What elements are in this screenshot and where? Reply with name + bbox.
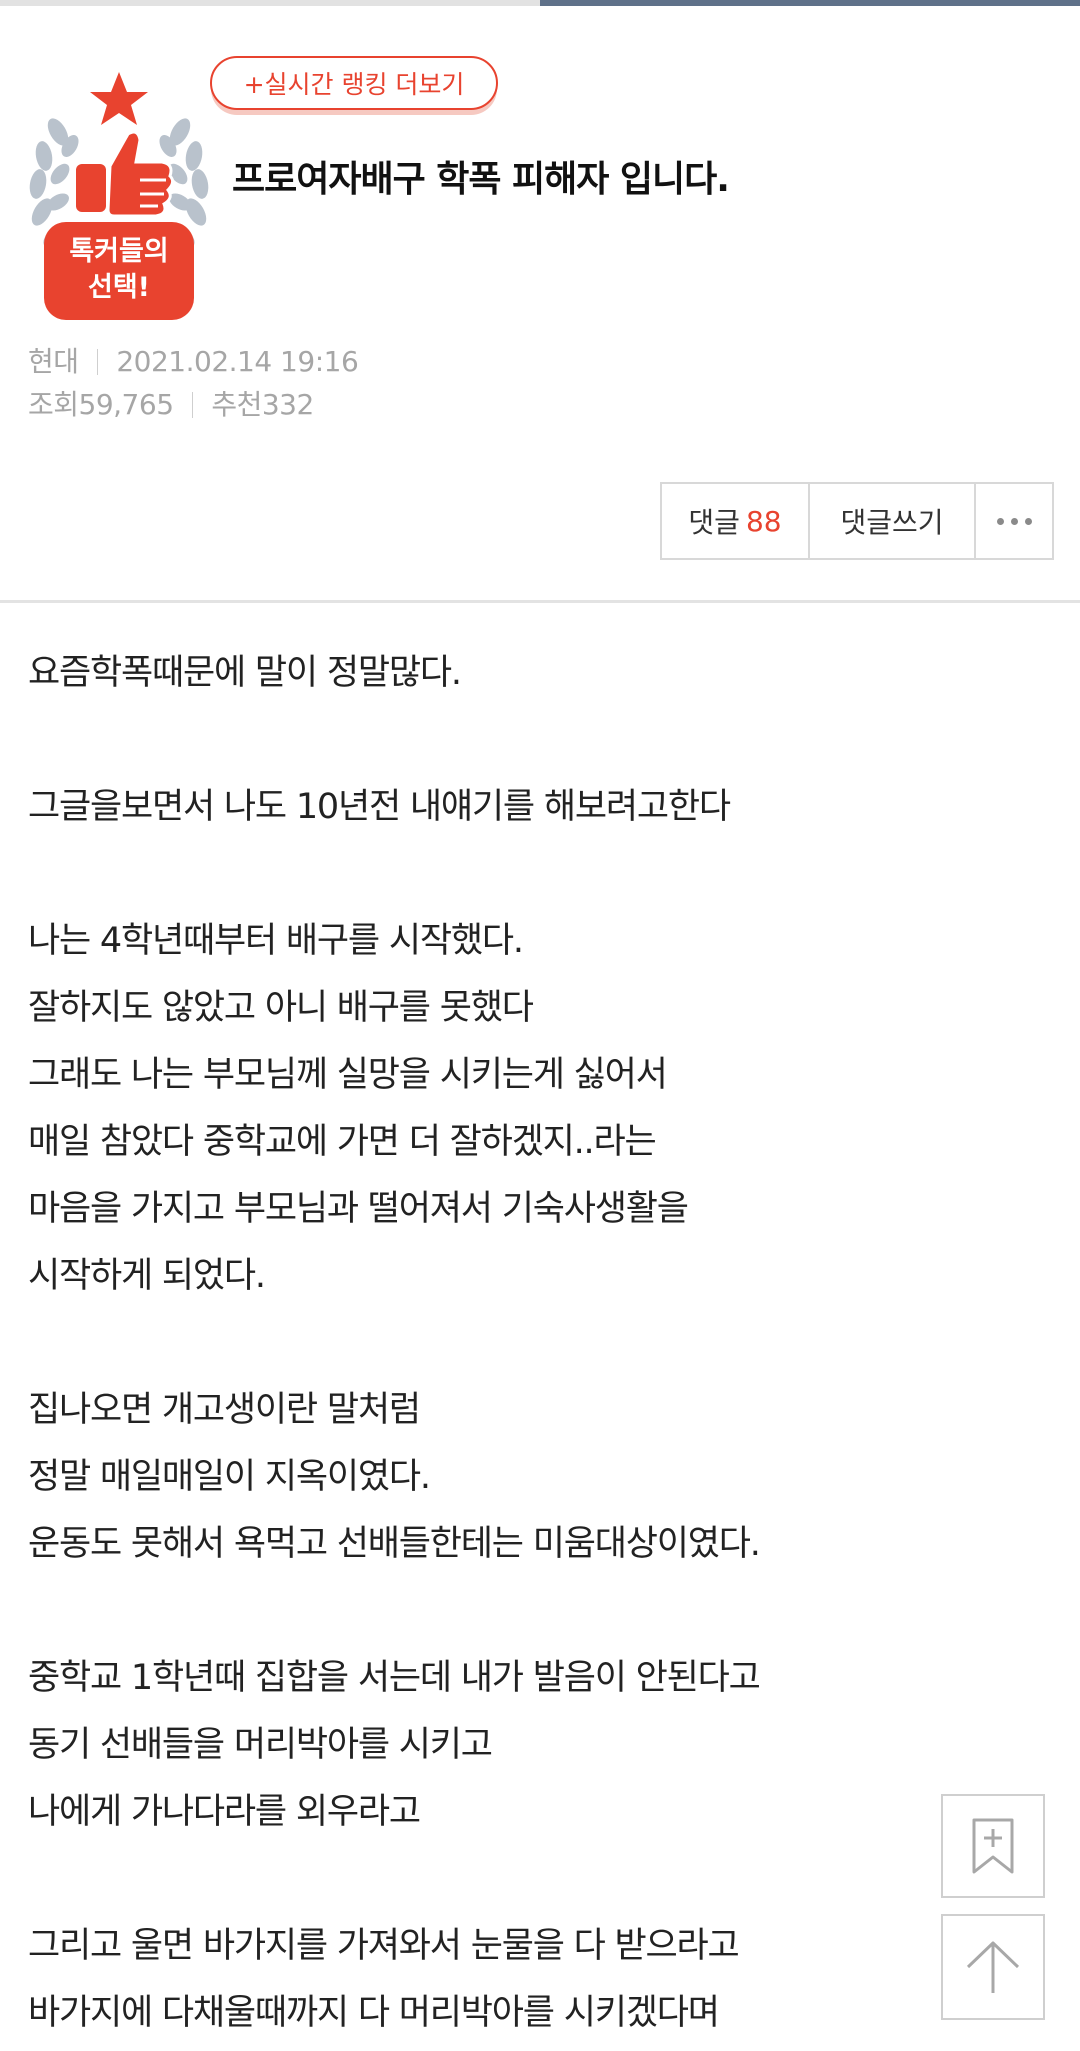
body-line: 그래도 나는 부모님께 실망을 시키는게 싫어서 [28, 1055, 668, 1095]
body-line: 매일 참았다 중학교에 가면 더 잘하겠지..라는 [28, 1122, 657, 1162]
body-line: 집나오면 개고생이란 말처럼 [28, 1390, 421, 1430]
page-title: 프로여자배구 학폭 피해자 입니다. [232, 159, 730, 200]
comments-label: 댓글 [688, 506, 740, 539]
bookmark-add-icon [972, 1818, 1014, 1874]
badge-line-2: 선택! [88, 272, 150, 303]
post-body: 요즘학폭때문에 말이 정말많다. 그글을보면서 나도 10년전 내얘기를 해보려고… [28, 640, 1028, 2047]
write-comment-button[interactable]: 댓글쓰기 [810, 484, 976, 558]
body-line: 나에게 가나다라를 외우라고 [28, 1792, 421, 1832]
recommend-label: 추천 [211, 388, 262, 421]
body-line: 중학교 1학년때 집합을 서는데 내가 발음이 안된다고 [28, 1658, 761, 1698]
body-line: 정말 매일매일이 지옥이였다. [28, 1457, 431, 1497]
scroll-progress-fill [540, 0, 1080, 6]
arrow-up-icon [966, 1941, 1020, 1993]
post-datetime: 2021.02.14 19:16 [116, 345, 359, 378]
post-meta-line-1: 현대 2021.02.14 19:16 [28, 340, 359, 380]
comments-count: 88 [745, 504, 782, 538]
bookmark-button[interactable] [941, 1794, 1045, 1898]
body-line: 시작하게 되었다. [28, 1256, 266, 1296]
comments-button[interactable]: 댓글 88 [662, 484, 810, 558]
meta-divider [191, 392, 193, 418]
meta-divider [96, 349, 98, 375]
more-dots-icon [996, 517, 1032, 525]
badge-text: 톡커들의 선택! [44, 234, 194, 306]
talkers-choice-badge: 톡커들의 선택! [28, 70, 210, 322]
body-line: 잘하지도 않았고 아니 배구를 못했다 [28, 988, 534, 1028]
scroll-to-top-button[interactable] [941, 1914, 1045, 2020]
more-button[interactable] [976, 484, 1052, 558]
section-divider [0, 600, 1080, 603]
body-line: 마음을 가지고 부모님과 떨어져서 기숙사생활을 [28, 1189, 689, 1229]
body-line: 동기 선배들을 머리박아를 시키고 [28, 1725, 493, 1765]
badge-line-1: 톡커들의 [69, 236, 169, 267]
body-line: 그리고 울면 바가지를 가져와서 눈물을 다 받으라고 [28, 1926, 740, 1966]
body-line: 운동도 못해서 욕먹고 선배들한테는 미움대상이였다. [28, 1524, 761, 1564]
author-name[interactable]: 현대 [28, 345, 79, 378]
body-line: 요즘학폭때문에 말이 정말많다. [28, 653, 462, 693]
body-line: 그글을보면서 나도 10년전 내얘기를 해보려고한다 [28, 787, 731, 827]
views-count: 59,765 [78, 388, 174, 421]
recommend-count: 332 [261, 388, 314, 421]
scroll-progress-track [0, 0, 1080, 6]
post-actions: 댓글 88 댓글쓰기 [660, 482, 1054, 560]
realtime-ranking-button[interactable]: +실시간 랭킹 더보기 [210, 56, 498, 110]
post-meta-line-2: 조회59,765 추천332 [28, 383, 314, 423]
body-line: 나는 4학년때부터 배구를 시작했다. [28, 921, 524, 961]
views-label: 조회 [28, 388, 79, 421]
body-line: 바가지에 다채울때까지 다 머리박아를 시키겠다며 [28, 1993, 720, 2033]
